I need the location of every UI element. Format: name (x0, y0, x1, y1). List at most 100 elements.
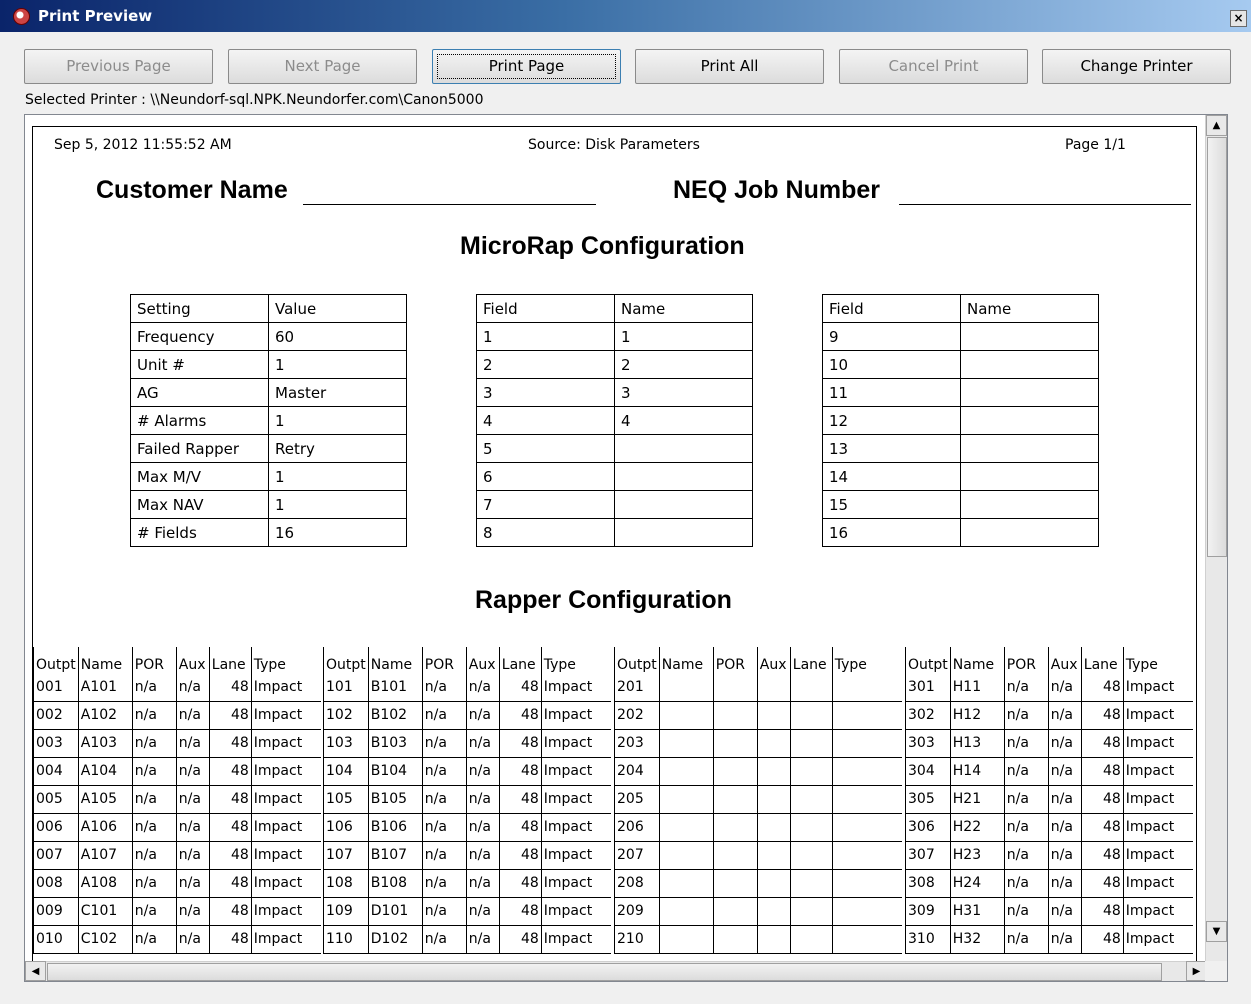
table-cell: 4 (614, 406, 753, 435)
table-cell (960, 434, 1099, 463)
table-row: 201 (614, 673, 903, 702)
table-cell: n/a (1003, 869, 1049, 898)
close-button[interactable]: × (1230, 10, 1247, 27)
table-row: # Alarms 1 (130, 406, 407, 435)
cancel-print-button[interactable]: Cancel Print (839, 49, 1028, 84)
table-cell (789, 897, 833, 926)
scroll-down-arrow-icon[interactable]: ▼ (1206, 921, 1227, 942)
vertical-scroll-thumb[interactable] (1207, 137, 1227, 557)
table-cell: n/a (1003, 925, 1049, 954)
column-header: Outpt (33, 647, 79, 673)
table-cell (831, 897, 903, 926)
table-cell: 48 (498, 925, 542, 954)
table-cell (960, 350, 1099, 379)
table-cell: C102 (77, 925, 133, 954)
table-cell: # Alarms (130, 406, 269, 435)
table-cell: Impact (250, 673, 322, 702)
table-cell: 48 (208, 673, 252, 702)
table-row: 102 B102 n/a n/a 48 Impact (323, 701, 612, 730)
table-row: 004 A104 n/a n/a 48 Impact (33, 757, 322, 786)
table-header-row: Outpt Name POR Aux Lane Type (905, 647, 1194, 673)
column-header: Aux (1047, 647, 1082, 673)
scroll-left-arrow-icon[interactable]: ◀ (25, 961, 46, 981)
table-cell: n/a (1047, 701, 1082, 730)
table-cell (658, 841, 714, 870)
previous-page-button[interactable]: Previous Page (24, 49, 213, 84)
horizontal-scroll-thumb[interactable] (47, 963, 1162, 981)
table-row: 110 D102 n/a n/a 48 Impact (323, 925, 612, 954)
change-printer-button[interactable]: Change Printer (1042, 49, 1231, 84)
table-cell: n/a (465, 729, 500, 758)
table-cell: H32 (949, 925, 1005, 954)
table-cell (789, 841, 833, 870)
table-cell: Impact (1122, 925, 1194, 954)
table-cell: 48 (1080, 869, 1124, 898)
horizontal-scrollbar[interactable]: ◀ ▶ (25, 961, 1207, 981)
rapper-title: Rapper Configuration (475, 586, 732, 614)
vertical-scrollbar[interactable]: ▲ ▼ (1205, 115, 1227, 963)
table-cell: n/a (465, 925, 500, 954)
table-cell: 006 (33, 813, 79, 842)
scroll-right-arrow-icon[interactable]: ▶ (1186, 961, 1207, 981)
table-cell: 3 (614, 378, 753, 407)
table-cell: 48 (1080, 813, 1124, 842)
table-cell: n/a (465, 673, 500, 702)
table-cell (831, 813, 903, 842)
table-cell: Impact (250, 785, 322, 814)
table-cell: 1 (268, 406, 407, 435)
table-cell: 1 (614, 322, 753, 351)
table-cell: 48 (1080, 757, 1124, 786)
table-header-row: Setting Value (130, 294, 407, 323)
print-page-button[interactable]: Print Page (432, 49, 621, 84)
table-cell: Failed Rapper (130, 434, 269, 463)
table-row: 007 A107 n/a n/a 48 Impact (33, 841, 322, 870)
table-row: Frequency 60 (130, 322, 407, 351)
print-all-button[interactable]: Print All (635, 49, 824, 84)
table-cell: Impact (1122, 673, 1194, 702)
scroll-up-arrow-icon[interactable]: ▲ (1206, 115, 1227, 136)
table-cell: n/a (1047, 925, 1082, 954)
table-cell: Impact (250, 841, 322, 870)
table-cell: n/a (421, 701, 467, 730)
table-cell: n/a (421, 869, 467, 898)
table-cell (960, 378, 1099, 407)
table-cell: 1 (268, 350, 407, 379)
table-row: 002 A102 n/a n/a 48 Impact (33, 701, 322, 730)
table-cell: 206 (614, 813, 660, 842)
table-cell: n/a (131, 841, 177, 870)
table-cell: A107 (77, 841, 133, 870)
table-cell (756, 673, 791, 702)
print-date: Sep 5, 2012 11:55:52 AM (54, 137, 232, 153)
table-cell (756, 757, 791, 786)
table-cell: Impact (250, 813, 322, 842)
table-cell: 110 (323, 925, 369, 954)
table-row: 304 H14 n/a n/a 48 Impact (905, 757, 1194, 786)
column-header: Type (540, 647, 612, 673)
table-cell: 48 (498, 729, 542, 758)
table-cell: H14 (949, 757, 1005, 786)
table-cell (658, 925, 714, 954)
table-cell: 302 (905, 701, 951, 730)
table-cell: Value (268, 294, 407, 323)
next-page-button[interactable]: Next Page (228, 49, 417, 84)
table-cell: n/a (421, 925, 467, 954)
table-cell: 303 (905, 729, 951, 758)
column-header: POR (421, 647, 467, 673)
table-cell: Setting (130, 294, 269, 323)
table-cell: Unit # (130, 350, 269, 379)
table-cell: 301 (905, 673, 951, 702)
table-cell: 10 (822, 350, 961, 379)
fields-table-2: Field Name 9 10 11 12 13 14 15 16 (822, 294, 1099, 547)
preview-viewport[interactable]: Sep 5, 2012 11:55:52 AM Source: Disk Par… (24, 114, 1228, 982)
app-icon (13, 8, 30, 25)
table-cell: 207 (614, 841, 660, 870)
table-cell: 48 (1080, 701, 1124, 730)
table-cell: 8 (476, 518, 615, 547)
table-cell (831, 841, 903, 870)
table-cell: 48 (208, 869, 252, 898)
table-cell: n/a (1047, 729, 1082, 758)
table-cell: n/a (175, 925, 210, 954)
table-cell: n/a (465, 841, 500, 870)
table-row: 206 (614, 813, 903, 842)
table-cell (789, 701, 833, 730)
